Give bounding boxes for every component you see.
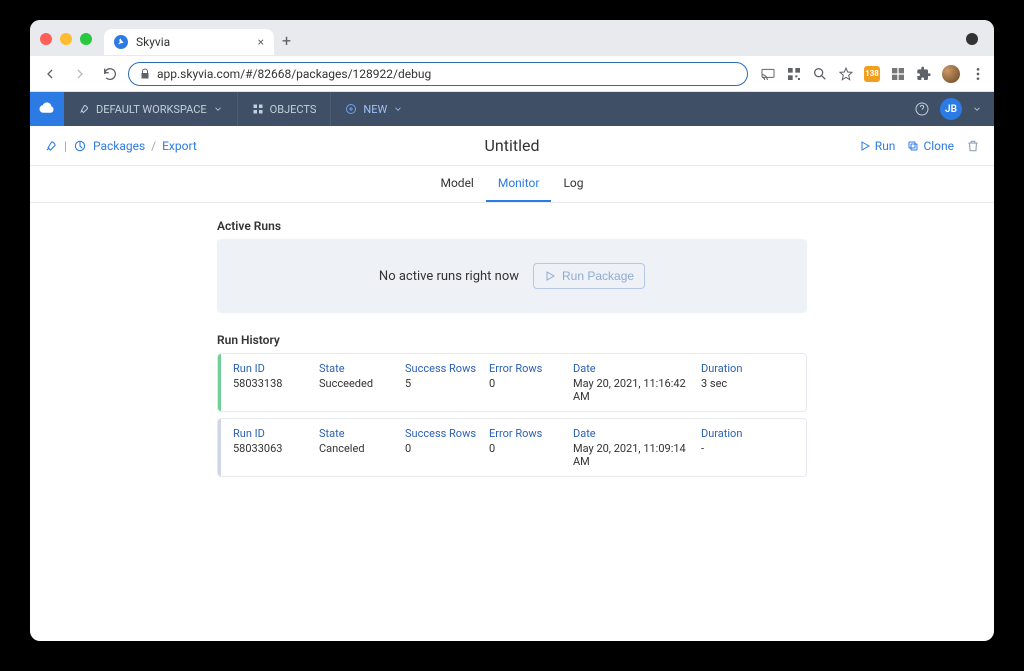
run-history-title: Run History <box>217 333 807 347</box>
col-label-state: State <box>319 427 405 440</box>
col-label-duration: Duration <box>701 427 794 440</box>
duration-value: 3 sec <box>701 377 794 390</box>
extensions-icon[interactable] <box>916 66 932 82</box>
col-label-duration: Duration <box>701 362 794 375</box>
grid-icon <box>252 103 264 115</box>
col-label-success: Success Rows <box>405 362 489 375</box>
forward-button[interactable] <box>68 62 92 86</box>
tab-model[interactable]: Model <box>428 166 485 202</box>
browser-tab-bar: Skyvia × + <box>30 20 994 56</box>
clone-button[interactable]: Clone <box>907 139 954 153</box>
error-rows-value: 0 <box>489 442 573 455</box>
tab-monitor[interactable]: Monitor <box>486 166 552 202</box>
state-value: Canceled <box>319 442 405 455</box>
app-logo[interactable] <box>30 92 64 126</box>
rocket-icon <box>78 103 90 115</box>
breadcrumb-packages[interactable]: Packages <box>93 139 145 153</box>
close-tab-icon[interactable]: × <box>258 35 264 49</box>
no-runs-text: No active runs right now <box>379 269 519 284</box>
back-button[interactable] <box>38 62 62 86</box>
run-history-list: Run ID 58033138 State Succeeded Success Ro… <box>217 353 807 477</box>
col-label-runid: Run ID <box>233 362 319 375</box>
star-icon[interactable] <box>838 66 854 82</box>
chevron-down-icon <box>393 104 403 114</box>
run-id-value: 58033138 <box>233 377 319 390</box>
sub-header: | Packages / Export Untitled Run Clone <box>30 126 994 166</box>
trash-icon <box>966 139 980 153</box>
lock-icon <box>139 68 151 80</box>
col-label-success: Success Rows <box>405 427 489 440</box>
app-header: DEFAULT WORKSPACE OBJECTS NEW JB <box>30 92 994 126</box>
close-window-button[interactable] <box>40 33 52 45</box>
maximize-window-button[interactable] <box>80 33 92 45</box>
run-button[interactable]: Run <box>859 139 896 153</box>
run-id-value: 58033063 <box>233 442 319 455</box>
new-tab-button[interactable]: + <box>282 31 291 54</box>
profile-avatar[interactable] <box>942 65 960 83</box>
ext-calendar-icon[interactable]: 138 <box>864 66 880 82</box>
tab-log[interactable]: Log <box>551 166 595 202</box>
active-runs-title: Active Runs <box>217 219 807 233</box>
page-title: Untitled <box>485 136 540 155</box>
col-label-state: State <box>319 362 405 375</box>
delete-button[interactable] <box>966 139 980 153</box>
ext-grid-icon[interactable] <box>890 66 906 82</box>
qr-icon[interactable] <box>786 66 802 82</box>
play-icon <box>544 270 556 282</box>
search-icon[interactable] <box>812 66 828 82</box>
content-area: Active Runs No active runs right now Run… <box>30 203 994 641</box>
chevron-down-icon[interactable] <box>972 104 982 114</box>
help-icon[interactable] <box>914 101 930 117</box>
tabs: Model Monitor Log <box>30 166 994 203</box>
state-value: Succeeded <box>319 377 405 390</box>
browser-actions: 138 <box>760 65 986 83</box>
favicon-icon <box>114 35 128 49</box>
cast-icon[interactable] <box>760 66 776 82</box>
quick-access-icon[interactable] <box>44 139 58 153</box>
col-label-date: Date <box>573 362 701 375</box>
clone-icon <box>907 140 919 152</box>
menu-icon[interactable] <box>970 66 986 82</box>
window-controls <box>40 33 92 45</box>
error-rows-value: 0 <box>489 377 573 390</box>
plus-circle-icon <box>345 103 357 115</box>
folder-icon[interactable] <box>73 139 87 153</box>
workspace-selector[interactable]: DEFAULT WORKSPACE <box>64 92 238 126</box>
objects-button[interactable]: OBJECTS <box>238 92 332 126</box>
chevron-down-icon[interactable] <box>964 31 980 47</box>
run-history-row[interactable]: Run ID 58033063 State Canceled Success Row… <box>217 418 807 477</box>
active-runs-panel: No active runs right now Run Package <box>217 239 807 313</box>
date-value: May 20, 2021, 11:09:14 AM <box>573 442 701 468</box>
run-package-button[interactable]: Run Package <box>533 263 645 289</box>
breadcrumb: | Packages / Export <box>44 139 197 153</box>
reload-button[interactable] <box>98 62 122 86</box>
col-label-date: Date <box>573 427 701 440</box>
chevron-down-icon <box>213 104 223 114</box>
col-label-runid: Run ID <box>233 427 319 440</box>
date-value: May 20, 2021, 11:16:42 AM <box>573 377 701 403</box>
success-rows-value: 5 <box>405 377 489 390</box>
new-button[interactable]: NEW <box>331 92 417 126</box>
breadcrumb-export[interactable]: Export <box>162 139 197 153</box>
play-icon <box>859 140 871 152</box>
browser-toolbar: app.skyvia.com/#/82668/packages/128922/d… <box>30 56 994 92</box>
col-label-error: Error Rows <box>489 427 573 440</box>
duration-value: - <box>701 442 794 455</box>
col-label-error: Error Rows <box>489 362 573 375</box>
tab-title: Skyvia <box>136 35 170 49</box>
user-avatar[interactable]: JB <box>940 98 962 120</box>
url-text: app.skyvia.com/#/82668/packages/128922/d… <box>157 67 431 81</box>
address-bar[interactable]: app.skyvia.com/#/82668/packages/128922/d… <box>128 62 748 86</box>
minimize-window-button[interactable] <box>60 33 72 45</box>
browser-tab[interactable]: Skyvia × <box>104 29 274 55</box>
success-rows-value: 0 <box>405 442 489 455</box>
run-history-row[interactable]: Run ID 58033138 State Succeeded Success Ro… <box>217 353 807 412</box>
